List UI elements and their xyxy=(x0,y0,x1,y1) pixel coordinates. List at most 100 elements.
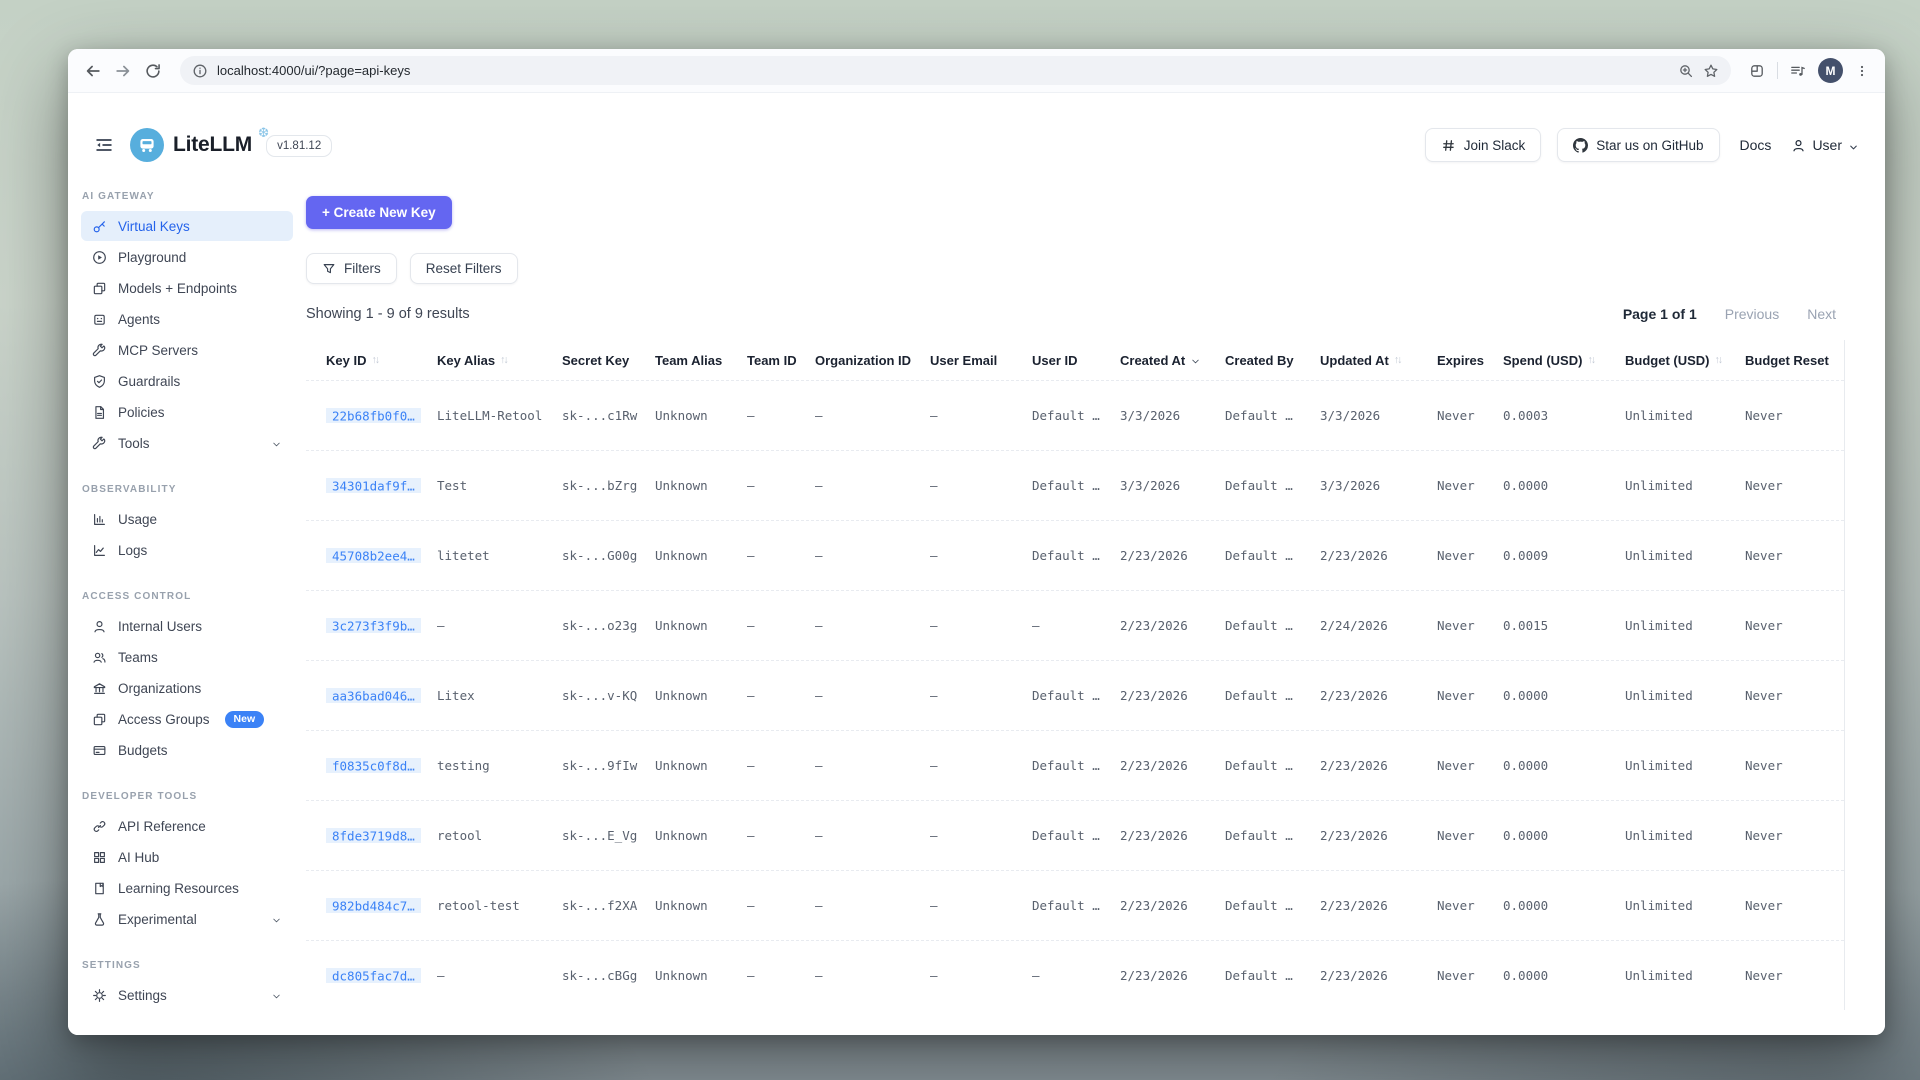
column-header-user-email: User Email xyxy=(930,353,1032,368)
sidebar-item-policies[interactable]: Policies xyxy=(81,397,293,427)
column-header-created-at[interactable]: Created At xyxy=(1120,353,1225,368)
star-github-label: Star us on GitHub xyxy=(1596,138,1703,153)
sidebar-item-label: Learning Resources xyxy=(118,881,239,896)
toolbar-divider xyxy=(1777,62,1778,79)
sidebar-collapse-icon[interactable] xyxy=(94,135,114,155)
extensions-icon[interactable] xyxy=(1749,63,1765,79)
updated-at-cell: 3/3/2026 xyxy=(1320,408,1437,423)
join-slack-button[interactable]: Join Slack xyxy=(1425,128,1542,162)
star-github-button[interactable]: Star us on GitHub xyxy=(1557,128,1719,162)
key-id-link[interactable]: 3c273f3f9b… xyxy=(326,618,421,633)
bookmark-star-icon[interactable] xyxy=(1703,63,1719,79)
team-alias-cell: Unknown xyxy=(655,968,747,983)
created-at-cell: 3/3/2026 xyxy=(1120,478,1225,493)
sidebar-item-models-endpoints[interactable]: Models + Endpoints xyxy=(81,273,293,303)
sidebar-item-api-reference[interactable]: API Reference xyxy=(81,811,293,841)
sidebar-section-title-observability: OBSERVABILITY xyxy=(82,484,292,495)
key-id-link[interactable]: dc805fac7d… xyxy=(326,968,421,983)
forward-button[interactable] xyxy=(114,62,132,80)
key-id-link[interactable]: 22b68fb0f0… xyxy=(326,408,421,423)
reload-button[interactable] xyxy=(144,62,162,80)
key-alias-cell: retool xyxy=(437,828,562,843)
sidebar-item-internal-users[interactable]: Internal Users xyxy=(81,611,293,641)
key-alias-cell: Litex xyxy=(437,688,562,703)
key-id-cell: 982bd484c7… xyxy=(326,898,437,913)
created-by-cell: Default … xyxy=(1225,968,1320,983)
sidebar-item-logs[interactable]: Logs xyxy=(81,535,293,565)
sidebar-item-teams[interactable]: Teams xyxy=(81,642,293,672)
sort-arrows-icon[interactable]: ↑↓ xyxy=(1715,354,1722,366)
sort-arrows-icon[interactable]: ↑↓ xyxy=(1394,354,1401,366)
sidebar-item-organizations[interactable]: Organizations xyxy=(81,673,293,703)
organization-id-cell: – xyxy=(815,758,930,773)
created-by-cell: Default … xyxy=(1225,828,1320,843)
previous-page-button[interactable]: Previous xyxy=(1725,306,1779,322)
key-id-link[interactable]: 45708b2ee4… xyxy=(326,548,421,563)
sidebar-item-budgets[interactable]: Budgets xyxy=(81,735,293,765)
filter-funnel-icon xyxy=(322,262,336,276)
sidebar-item-tools[interactable]: Tools xyxy=(81,428,293,458)
column-header-key-alias[interactable]: Key Alias↑↓ xyxy=(437,353,562,368)
secret-key-cell: sk-...v-KQ xyxy=(562,688,655,703)
sidebar-item-label: Experimental xyxy=(118,912,197,927)
sidebar-item-virtual-keys[interactable]: Virtual Keys xyxy=(81,211,293,241)
key-id-link[interactable]: 8fde3719d8… xyxy=(326,828,421,843)
next-page-button[interactable]: Next xyxy=(1807,306,1836,322)
docs-link[interactable]: Docs xyxy=(1740,137,1772,153)
key-alias-cell: – xyxy=(437,618,562,633)
key-id-link[interactable]: 34301daf9f… xyxy=(326,478,421,493)
sort-arrows-icon[interactable]: ↑↓ xyxy=(1587,354,1594,366)
media-controls-icon[interactable] xyxy=(1790,63,1806,79)
sidebar-item-playground[interactable]: Playground xyxy=(81,242,293,272)
zoom-magnifier-icon[interactable] xyxy=(1678,63,1694,79)
table-row: 34301daf9f…Testsk-...bZrgUnknown–––Defau… xyxy=(306,450,1844,520)
reset-filters-button[interactable]: Reset Filters xyxy=(410,253,518,284)
menu-kebab-icon[interactable] xyxy=(1855,64,1869,78)
sidebar-item-ai-hub[interactable]: AI Hub xyxy=(81,842,293,872)
column-header-spend-usd[interactable]: Spend (USD)↑↓ xyxy=(1503,353,1625,368)
secret-key-cell: sk-...c1Rw xyxy=(562,408,655,423)
bar-chart-icon xyxy=(92,512,107,527)
sidebar-item-agents[interactable]: Agents xyxy=(81,304,293,334)
url-text[interactable]: localhost:4000/ui/?page=api-keys xyxy=(217,63,410,78)
key-alias-cell: Test xyxy=(437,478,562,493)
user-id-cell: Default … xyxy=(1032,828,1120,843)
column-header-key-id[interactable]: Key ID↑↓ xyxy=(326,353,437,368)
sidebar-item-learning-resources[interactable]: Learning Resources xyxy=(81,873,293,903)
key-id-link[interactable]: 982bd484c7… xyxy=(326,898,421,913)
sidebar-item-label: API Reference xyxy=(118,819,206,834)
sidebar-item-access-groups[interactable]: Access GroupsNew xyxy=(81,704,293,734)
key-id-link[interactable]: f0835c0f8d… xyxy=(326,758,421,773)
created-at-cell: 2/23/2026 xyxy=(1120,618,1225,633)
sidebar-item-usage[interactable]: Usage xyxy=(81,504,293,534)
back-button[interactable] xyxy=(84,62,102,80)
user-email-cell: – xyxy=(930,478,1032,493)
key-id-cell: aa36bad046… xyxy=(326,688,437,703)
create-new-key-button[interactable]: + Create New Key xyxy=(306,196,452,229)
sidebar-item-label: MCP Servers xyxy=(118,343,198,358)
sort-arrows-icon[interactable]: ↑↓ xyxy=(371,354,378,366)
sidebar-item-mcp-servers[interactable]: MCP Servers xyxy=(81,335,293,365)
user-menu[interactable]: User xyxy=(1791,137,1859,153)
site-info-icon[interactable] xyxy=(192,63,208,79)
sidebar-item-settings[interactable]: Settings xyxy=(81,980,293,1010)
column-header-budget-usd[interactable]: Budget (USD)↑↓ xyxy=(1625,353,1745,368)
profile-avatar[interactable]: M xyxy=(1818,58,1843,83)
tool-icon xyxy=(92,436,107,451)
sidebar-item-experimental[interactable]: Experimental xyxy=(81,904,293,934)
blocks-icon xyxy=(92,712,107,727)
tool-icon xyxy=(92,343,107,358)
sidebar-item-guardrails[interactable]: Guardrails xyxy=(81,366,293,396)
results-summary: Showing 1 - 9 of 9 results xyxy=(306,306,470,322)
organization-id-cell: – xyxy=(815,478,930,493)
url-bar[interactable]: localhost:4000/ui/?page=api-keys xyxy=(180,56,1731,85)
user-icon xyxy=(92,619,107,634)
file-icon xyxy=(92,405,107,420)
organization-id-cell: – xyxy=(815,898,930,913)
column-header-updated-at[interactable]: Updated At↑↓ xyxy=(1320,353,1437,368)
chevron-down-icon xyxy=(1848,140,1859,151)
sort-arrows-icon[interactable]: ↑↓ xyxy=(500,354,507,366)
filters-button[interactable]: Filters xyxy=(306,253,397,284)
key-id-link[interactable]: aa36bad046… xyxy=(326,688,421,703)
column-label: Team Alias xyxy=(655,353,722,368)
